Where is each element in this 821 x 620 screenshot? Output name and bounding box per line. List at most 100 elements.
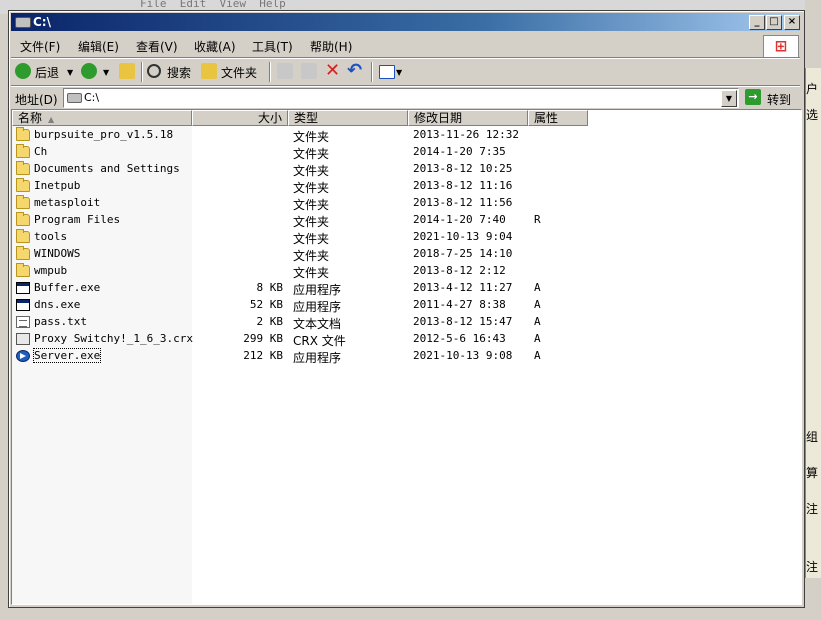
menu-view[interactable]: 查看(V) xyxy=(136,38,178,55)
forward-dropdown-icon[interactable]: ▼ xyxy=(103,68,109,77)
address-dropdown-icon[interactable]: ▼ xyxy=(721,90,737,107)
windows-logo-icon: ⊞ xyxy=(763,35,799,59)
folders-icon[interactable] xyxy=(201,63,217,79)
go-label: 转到 xyxy=(767,93,792,107)
forward-arrow-icon[interactable] xyxy=(81,63,97,79)
folder-icon xyxy=(16,263,30,277)
file-attributes: A xyxy=(534,332,541,345)
file-size: 8 KB xyxy=(256,281,284,294)
file-modified: 2013-8-12 15:47 xyxy=(413,315,513,328)
file-row[interactable]: burpsuite_pro_v1.5.18 文件夹 2013-11-26 12:32 xyxy=(12,127,801,144)
maximize-button[interactable]: □ xyxy=(766,15,782,30)
drive-icon xyxy=(15,17,31,28)
file-row[interactable]: tools 文件夹 2021-10-13 9:04 xyxy=(12,229,801,246)
folders-button[interactable]: 文件夹 xyxy=(221,64,257,81)
minimize-button[interactable]: _ xyxy=(749,15,765,30)
address-value[interactable]: C:\ xyxy=(84,91,99,104)
column-header-size[interactable]: 大小 xyxy=(192,110,288,126)
search-icon[interactable] xyxy=(147,64,161,78)
file-type: 文件夹 xyxy=(293,266,330,280)
go-arrow-icon: → xyxy=(745,89,761,105)
column-header: 名称 ▲ 大小 类型 修改日期 属性 xyxy=(12,110,801,126)
file-type: 文件夹 xyxy=(293,249,330,263)
folder-icon xyxy=(16,144,30,158)
file-attributes: A xyxy=(534,349,541,362)
back-dropdown-icon[interactable]: ▼ xyxy=(67,68,73,77)
file-type: 文件夹 xyxy=(293,147,330,161)
window-title: C:\ xyxy=(33,15,51,29)
file-modified: 2013-8-12 2:12 xyxy=(413,264,506,277)
folder-icon xyxy=(16,178,30,192)
file-type: 文件夹 xyxy=(293,164,330,178)
column-header-name[interactable]: 名称 ▲ xyxy=(12,110,192,126)
server-exe-icon xyxy=(16,350,30,362)
column-header-attributes[interactable]: 属性 xyxy=(528,110,588,126)
file-type: 应用程序 xyxy=(293,351,342,365)
file-row[interactable]: WINDOWS 文件夹 2018-7-25 14:10 xyxy=(12,246,801,263)
file-row[interactable]: Proxy Switchy!_1_6_3.crx 299 KB CRX 文件 2012… xyxy=(12,331,801,348)
file-type: 应用程序 xyxy=(293,300,342,314)
delete-icon[interactable]: ✕ xyxy=(325,60,340,81)
file-type: CRX 文件 xyxy=(293,334,346,348)
file-row[interactable]: Program Files 文件夹 2014-1-20 7:40 R xyxy=(12,212,801,229)
column-header-type[interactable]: 类型 xyxy=(288,110,408,126)
address-label: 地址(D) xyxy=(15,93,58,107)
file-row[interactable]: pass.txt 2 KB 文本文档 2013-8-12 15:47 A xyxy=(12,314,801,331)
views-icon[interactable] xyxy=(379,65,395,79)
menu-tools[interactable]: 工具(T) xyxy=(252,38,293,55)
file-size: 212 KB xyxy=(243,349,283,362)
crx-file-icon xyxy=(16,333,30,345)
menu-help[interactable]: 帮助(H) xyxy=(310,38,352,55)
file-type: 文本文档 xyxy=(293,317,342,331)
file-type: 文件夹 xyxy=(293,181,330,195)
search-button[interactable]: 搜索 xyxy=(167,64,191,81)
back-button[interactable]: 后退 xyxy=(35,64,59,81)
file-name: Buffer.exe xyxy=(34,281,101,294)
file-row[interactable]: metasploit 文件夹 2013-8-12 11:56 xyxy=(12,195,801,212)
menu-favorites[interactable]: 收藏(A) xyxy=(194,38,236,55)
file-row[interactable]: dns.exe 52 KB 应用程序 2011-4-27 8:38 A xyxy=(12,297,801,314)
close-button[interactable]: × xyxy=(784,15,800,30)
file-row[interactable]: wmpub 文件夹 2013-8-12 2:12 xyxy=(12,263,801,280)
file-name: Proxy Switchy!_1_6_3.crx xyxy=(34,332,193,345)
menu-file[interactable]: 文件(F) xyxy=(20,38,60,55)
file-name: dns.exe xyxy=(34,298,81,311)
undo-icon[interactable]: ↶ xyxy=(347,60,362,81)
views-dropdown-icon[interactable]: ▼ xyxy=(396,68,402,77)
address-input[interactable]: C:\ ▼ xyxy=(63,88,739,108)
file-name: WINDOWS xyxy=(34,247,81,260)
up-folder-icon[interactable] xyxy=(119,63,135,79)
file-row[interactable]: Server.exe 212 KB 应用程序 2021-10-13 9:08 A xyxy=(12,348,801,365)
exe-icon xyxy=(16,282,30,294)
menu-bar: 文件(F) 编辑(E) 查看(V) 收藏(A) 工具(T) 帮助(H) xyxy=(11,33,800,57)
file-modified: 2021-10-13 9:08 xyxy=(413,349,513,362)
file-row[interactable]: Ch 文件夹 2014-1-20 7:35 xyxy=(12,144,801,161)
file-row[interactable]: Inetpub 文件夹 2013-8-12 11:16 xyxy=(12,178,801,195)
title-bar[interactable]: C:\ _ □ × xyxy=(11,13,800,31)
address-bar: 地址(D) C:\ ▼ → 转到 xyxy=(11,87,800,109)
folder-icon xyxy=(16,229,30,243)
menu-edit[interactable]: 编辑(E) xyxy=(78,38,119,55)
file-row[interactable]: Documents and Settings 文件夹 2013-8-12 10:25 xyxy=(12,161,801,178)
background-glyph: 户 xyxy=(806,82,819,96)
file-list[interactable]: 名称 ▲ 大小 类型 修改日期 属性 burpsuite_pro_v1.5.18 文… xyxy=(11,109,802,605)
file-size: 2 KB xyxy=(256,315,284,328)
file-modified: 2013-11-26 12:32 xyxy=(413,128,519,141)
column-header-modified[interactable]: 修改日期 xyxy=(408,110,528,126)
background-glyph: 组 xyxy=(806,430,819,444)
file-modified: 2013-4-12 11:27 xyxy=(413,281,513,294)
file-modified: 2018-7-25 14:10 xyxy=(413,247,513,260)
file-type: 文件夹 xyxy=(293,130,330,144)
go-button[interactable]: → 转到 xyxy=(743,88,797,107)
move-to-icon[interactable] xyxy=(277,63,293,79)
toolbar: 后退 ▼ ▼ 搜索 文件夹 ✕ ↶ ▼ xyxy=(11,59,800,85)
file-name: wmpub xyxy=(34,264,68,277)
file-row[interactable]: Buffer.exe 8 KB 应用程序 2013-4-12 11:27 A xyxy=(12,280,801,297)
file-modified: 2021-10-13 9:04 xyxy=(413,230,513,243)
copy-to-icon[interactable] xyxy=(301,63,317,79)
file-modified: 2012-5-6 16:43 xyxy=(413,332,506,345)
file-attributes: R xyxy=(534,213,541,226)
file-name: Documents and Settings xyxy=(34,162,180,175)
background-glyph: 注 xyxy=(806,560,819,574)
back-arrow-icon[interactable] xyxy=(15,63,31,79)
